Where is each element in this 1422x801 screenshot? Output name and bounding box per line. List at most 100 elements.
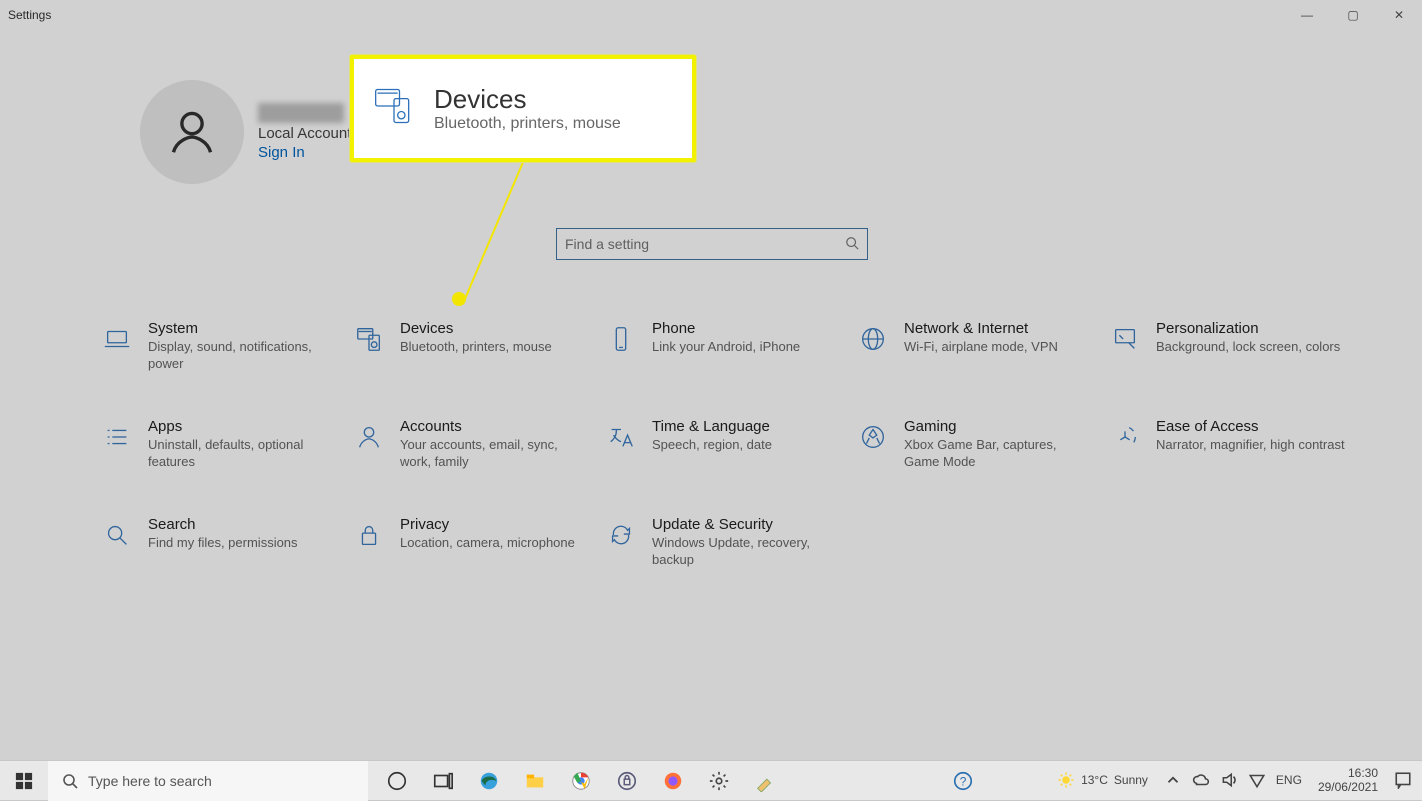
tile-title: Gaming <box>904 418 1094 435</box>
search-input[interactable] <box>565 236 845 252</box>
language-icon <box>604 420 638 454</box>
tile-title: Phone <box>652 320 800 337</box>
tile-text: Ease of Access Narrator, magnifier, high … <box>1156 418 1345 454</box>
devices-icon <box>352 322 386 356</box>
tile-text: Search Find my files, permissions <box>148 516 298 552</box>
tile-desc: Bluetooth, printers, mouse <box>400 339 552 356</box>
paint-app-button[interactable] <box>742 761 788 801</box>
tray-chevron-icon[interactable] <box>1164 771 1182 789</box>
titlebar: Settings — ▢ ✕ <box>0 0 1422 30</box>
settings-taskbar-button[interactable] <box>696 761 742 801</box>
weather-widget[interactable]: 13°C Sunny <box>1057 771 1148 789</box>
edge-button[interactable] <box>466 761 512 801</box>
taskview-button[interactable] <box>420 761 466 801</box>
settings-tile-privacy[interactable]: Privacy Location, camera, microphone <box>352 512 602 610</box>
lock-icon <box>352 518 386 552</box>
chrome-button[interactable] <box>558 761 604 801</box>
settings-tile-phone[interactable]: PhoneLink your Android, iPhone <box>604 316 854 414</box>
windows-icon <box>15 772 33 790</box>
callout-text: Devices Bluetooth, printers, mouse <box>434 84 621 133</box>
settings-tile-personalization[interactable]: PersonalizationBackground, lock screen, … <box>1108 316 1358 414</box>
person-icon <box>352 420 386 454</box>
tile-desc: Wi-Fi, airplane mode, VPN <box>904 339 1058 356</box>
phone-icon <box>604 322 638 356</box>
cortana-button[interactable] <box>374 761 420 801</box>
devices-icon <box>372 84 416 133</box>
minimize-button[interactable]: — <box>1284 0 1330 30</box>
settings-tile-ease-of-access[interactable]: Ease of Access Narrator, magnifier, high … <box>1108 414 1358 512</box>
search-icon <box>62 773 78 789</box>
tile-title: Time & Language <box>652 418 772 435</box>
secure-app-button[interactable] <box>604 761 650 801</box>
settings-tile-apps[interactable]: Apps Uninstall, defaults, optional featur… <box>100 414 350 512</box>
tile-desc: Find my files, permissions <box>148 535 298 552</box>
settings-tile-update-security[interactable]: Update & Security Windows Update, recover… <box>604 512 854 610</box>
window-controls: — ▢ ✕ <box>1284 0 1422 30</box>
tile-title: Apps <box>148 418 338 435</box>
tile-desc: Uninstall, defaults, optional features <box>148 437 338 471</box>
maximize-button[interactable]: ▢ <box>1330 0 1376 30</box>
gaming-icon <box>856 420 890 454</box>
onedrive-tray-icon[interactable] <box>1192 771 1210 789</box>
settings-tile-system[interactable]: SystemDisplay, sound, notifications, pow… <box>100 316 350 414</box>
sun-icon <box>1057 771 1075 789</box>
explorer-button[interactable] <box>512 761 558 801</box>
avatar[interactable] <box>140 80 244 184</box>
settings-tile-gaming[interactable]: GamingXbox Game Bar, captures, Game Mode <box>856 414 1106 512</box>
tile-text: PersonalizationBackground, lock screen, … <box>1156 320 1340 356</box>
taskbar-clock[interactable]: 16:30 29/06/2021 <box>1318 766 1378 795</box>
tile-title: Ease of Access <box>1156 418 1345 435</box>
action-center-icon[interactable] <box>1394 771 1412 789</box>
user-block: Local Account Sign In <box>140 80 351 184</box>
tile-title: Search <box>148 516 298 533</box>
tile-title: Update & Security <box>652 516 842 533</box>
tile-desc: Location, camera, microphone <box>400 535 575 552</box>
sign-in-link[interactable]: Sign In <box>258 144 351 161</box>
brush-icon <box>1108 322 1142 356</box>
search-icon <box>845 236 859 253</box>
network-tray-icon[interactable] <box>1248 771 1266 789</box>
keyboard-lang[interactable]: ENG <box>1276 773 1302 787</box>
user-info: Local Account Sign In <box>258 103 351 161</box>
help-button[interactable]: ? <box>940 761 986 801</box>
settings-tile-devices[interactable]: Devices Bluetooth, printers, mouse <box>352 316 602 414</box>
settings-tile-time-language[interactable]: Time & LanguageSpeech, region, date <box>604 414 854 512</box>
tile-desc: Display, sound, notifications, power <box>148 339 338 373</box>
tile-title: Privacy <box>400 516 575 533</box>
devices-callout: Devices Bluetooth, printers, mouse <box>350 55 696 162</box>
tile-text: GamingXbox Game Bar, captures, Game Mode <box>904 418 1094 471</box>
window-title: Settings <box>8 8 51 22</box>
find-setting-search[interactable] <box>556 228 868 260</box>
clock-date: 29/06/2021 <box>1318 780 1378 794</box>
start-button[interactable] <box>0 761 48 801</box>
tile-text: AccountsYour accounts, email, sync, work… <box>400 418 590 471</box>
tile-text: PhoneLink your Android, iPhone <box>652 320 800 356</box>
apps-icon <box>100 420 134 454</box>
tile-text: Network & InternetWi-Fi, airplane mode, … <box>904 320 1058 356</box>
weather-cond: Sunny <box>1114 773 1148 787</box>
settings-tile-network-internet[interactable]: Network & InternetWi-Fi, airplane mode, … <box>856 316 1106 414</box>
user-icon <box>165 105 219 159</box>
close-button[interactable]: ✕ <box>1376 0 1422 30</box>
tile-desc: Windows Update, recovery, backup <box>652 535 842 569</box>
settings-window: Settings — ▢ ✕ Local Account Sign In <box>0 0 1422 800</box>
taskbar-search[interactable]: Type here to search <box>48 761 368 801</box>
tile-text: Apps Uninstall, defaults, optional featur… <box>148 418 338 471</box>
settings-tile-accounts[interactable]: AccountsYour accounts, email, sync, work… <box>352 414 602 512</box>
volume-tray-icon[interactable] <box>1220 771 1238 789</box>
settings-content: Local Account Sign In SystemDisplay, sou… <box>0 30 1422 760</box>
tile-desc: Narrator, magnifier, high contrast <box>1156 437 1345 454</box>
tile-title: Devices <box>400 320 552 337</box>
settings-grid: SystemDisplay, sound, notifications, pow… <box>100 316 1358 610</box>
system-tray: 13°C Sunny ENG 16:30 29/06/2021 <box>1047 760 1422 800</box>
taskbar-pinned <box>374 761 788 800</box>
globe-icon <box>856 322 890 356</box>
laptop-icon <box>100 322 134 356</box>
firefox-button[interactable] <box>650 761 696 801</box>
update-icon <box>604 518 638 552</box>
settings-tile-search[interactable]: Search Find my files, permissions <box>100 512 350 610</box>
ease-icon <box>1108 420 1142 454</box>
callout-title: Devices <box>434 84 621 115</box>
tile-text: Devices Bluetooth, printers, mouse <box>400 320 552 356</box>
taskbar-search-placeholder: Type here to search <box>88 773 212 789</box>
